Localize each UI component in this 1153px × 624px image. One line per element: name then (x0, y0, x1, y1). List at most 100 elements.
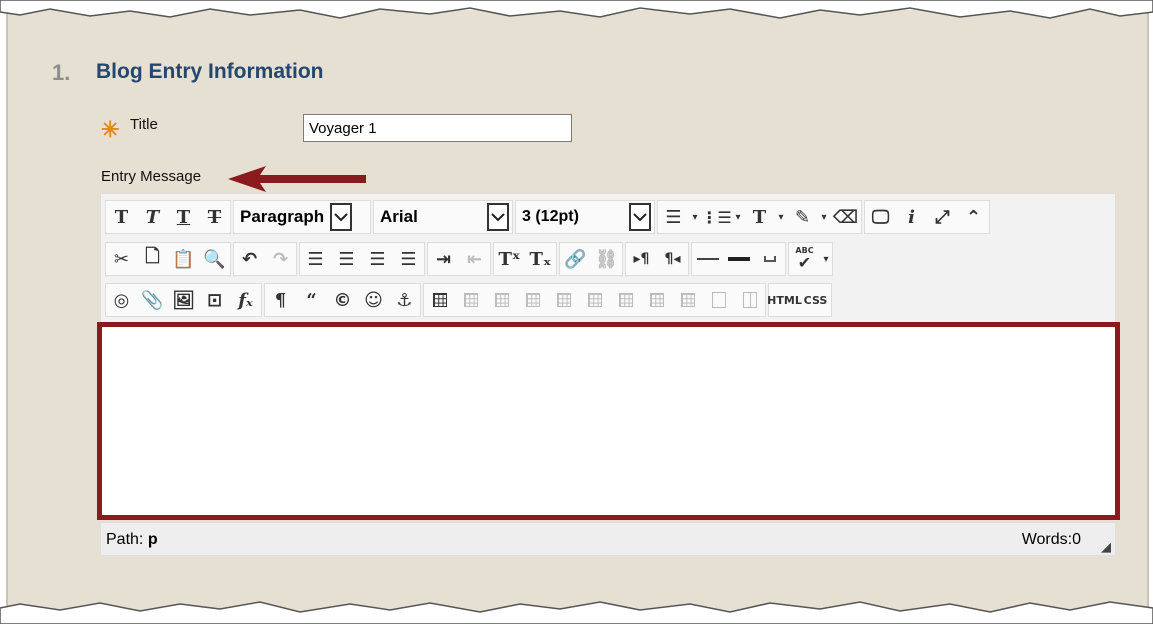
code-group: HTML CSS (767, 283, 832, 317)
format-select[interactable]: Paragraph (233, 200, 371, 234)
link-group: 🔗 ⛓ (559, 242, 623, 276)
asterisk-icon: ✳ (101, 117, 120, 142)
table-delete-row-icon[interactable] (579, 284, 610, 316)
table-insert-col-after-icon[interactable] (641, 284, 672, 316)
section-title: Blog Entry Information (96, 60, 324, 83)
eraser-icon[interactable]: ⌫ (830, 201, 861, 233)
chevron-down-icon[interactable] (330, 203, 353, 231)
copy-icon[interactable]: 🗋 (137, 243, 168, 275)
text-color-icon[interactable]: T (744, 201, 775, 233)
align-group: ☰ ☰ ☰ ☰ (299, 242, 425, 276)
indent-group: ⇥ ⇤ (427, 242, 491, 276)
torn-edge-top (0, 0, 1153, 19)
clipboard-group: ✂ 🗋 📋 🔍 (105, 242, 231, 276)
blockquote-icon[interactable]: “ (296, 284, 327, 316)
align-left-icon[interactable]: ☰ (300, 243, 331, 275)
table-merge-cells-icon[interactable] (734, 284, 765, 316)
math-icon[interactable]: fₓ (230, 284, 261, 316)
step-number: 1. (52, 60, 71, 85)
horizontal-rule-icon[interactable] (692, 243, 723, 275)
resize-grip-icon[interactable]: ◢ (1101, 539, 1111, 555)
numbered-list-icon[interactable]: ⋮☰ (701, 201, 732, 233)
path-label: Path: (106, 531, 144, 548)
symbol-group: ¶ “ © ☺ ⚓ (264, 283, 421, 317)
toolbar-row-1: T T T T Paragraph Arial 3 (12pt) ☰ ▾ ⋮☰ … (105, 199, 992, 235)
css-icon[interactable]: CSS (800, 284, 831, 316)
table-split-cells-icon[interactable] (703, 284, 734, 316)
ltr-icon[interactable]: ▸¶ (626, 243, 657, 275)
copyright-icon[interactable]: © (327, 284, 358, 316)
spellcheck-icon[interactable]: ABC ✔ (789, 243, 820, 275)
html-icon[interactable]: HTML (767, 284, 802, 316)
chevron-down-icon[interactable]: ▾ (732, 201, 744, 233)
title-input[interactable] (303, 114, 572, 142)
unlink-icon[interactable]: ⛓ (591, 243, 622, 275)
paste-icon[interactable]: 📋 (168, 243, 199, 275)
table-row-props-icon[interactable] (455, 284, 486, 316)
mashup-icon[interactable]: ◎ (106, 284, 137, 316)
table-icon[interactable] (424, 284, 455, 316)
strikethrough-icon[interactable]: T (199, 201, 230, 233)
view-group: 🖵 i ⤢ ⌃ (864, 200, 990, 234)
format-select-value: Paragraph (240, 207, 325, 226)
history-group: ↶ ↷ (233, 242, 297, 276)
rtl-icon[interactable]: ¶◂ (657, 243, 688, 275)
table-group (423, 283, 766, 317)
path-indicator: Path: p (106, 531, 158, 549)
table-insert-row-after-icon[interactable] (548, 284, 579, 316)
image-icon[interactable]: 🖼 (168, 284, 199, 316)
size-select[interactable]: 3 (12pt) (515, 200, 655, 234)
link-icon[interactable]: 🔗 (560, 243, 591, 275)
collapse-icon[interactable]: ⌃ (958, 201, 989, 233)
preview-icon[interactable]: 🖵 (865, 201, 896, 233)
rule-group (691, 242, 786, 276)
editor-statusbar: Path: p Words:0 ◢ (100, 522, 1116, 556)
superscript-icon[interactable]: Tˣ (494, 243, 525, 275)
size-select-value: 3 (12pt) (522, 208, 579, 225)
fullscreen-icon[interactable]: ⤢ (927, 201, 958, 233)
emoticon-icon[interactable]: ☺ (358, 284, 389, 316)
spellcheck-group: ABC ✔ ▾ (788, 242, 833, 276)
undo-icon[interactable]: ↶ (234, 243, 265, 275)
title-label: Title (130, 116, 158, 133)
find-icon[interactable]: 🔍 (199, 243, 230, 275)
underline-icon[interactable]: T (168, 201, 199, 233)
toolbar-row-3: ◎ 📎 🖼 ⊡ fₓ ¶ “ © ☺ ⚓ HTML CSS (105, 282, 834, 318)
table-insert-col-before-icon[interactable] (610, 284, 641, 316)
redo-icon[interactable]: ↷ (265, 243, 296, 275)
bullet-list-icon[interactable]: ☰ (658, 201, 689, 233)
table-cell-props-icon[interactable] (486, 284, 517, 316)
indent-icon[interactable]: ⇥ (428, 243, 459, 275)
media-icon[interactable]: ⊡ (199, 284, 230, 316)
attach-icon[interactable]: 📎 (137, 284, 168, 316)
word-count: Words:0 (1021, 531, 1081, 548)
thick-rule-icon[interactable] (723, 243, 754, 275)
cut-icon[interactable]: ✂ (106, 243, 137, 275)
font-select-value: Arial (380, 207, 418, 226)
table-insert-row-before-icon[interactable] (517, 284, 548, 316)
chevron-down-icon[interactable]: ▾ (818, 201, 830, 233)
chevron-down-icon[interactable]: ▾ (689, 201, 701, 233)
nonbreaking-space-icon[interactable] (754, 243, 785, 275)
italic-icon[interactable]: T (137, 201, 168, 233)
highlight-icon[interactable]: ✎ (787, 201, 818, 233)
justify-icon[interactable]: ☰ (393, 243, 424, 275)
table-delete-col-icon[interactable] (672, 284, 703, 316)
align-center-icon[interactable]: ☰ (331, 243, 362, 275)
font-select[interactable]: Arial (373, 200, 513, 234)
pilcrow-icon[interactable]: ¶ (265, 284, 296, 316)
bold-icon[interactable]: T (106, 201, 137, 233)
info-icon[interactable]: i (896, 201, 927, 233)
script-group: Tˣ Tₓ (493, 242, 557, 276)
chevron-down-icon[interactable] (629, 203, 651, 231)
chevron-down-icon[interactable] (487, 203, 509, 231)
editor-content-area[interactable] (97, 322, 1120, 520)
align-right-icon[interactable]: ☰ (362, 243, 393, 275)
path-value[interactable]: p (148, 531, 158, 548)
direction-group: ▸¶ ¶◂ (625, 242, 689, 276)
chevron-down-icon[interactable]: ▾ (775, 201, 787, 233)
outdent-icon[interactable]: ⇤ (459, 243, 490, 275)
chevron-down-icon[interactable]: ▾ (820, 243, 832, 275)
anchor-icon[interactable]: ⚓ (389, 284, 420, 316)
subscript-icon[interactable]: Tₓ (525, 243, 556, 275)
